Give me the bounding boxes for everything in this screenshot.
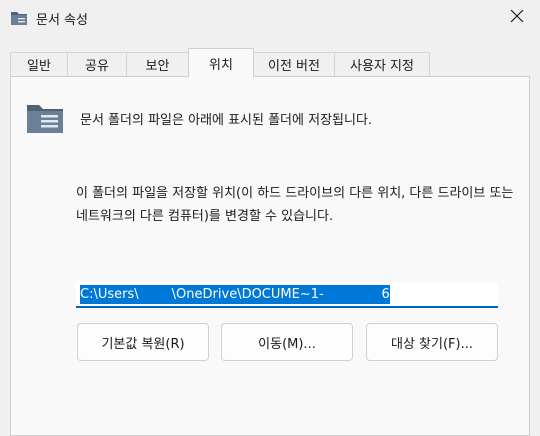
tab-sharing[interactable]: 공유	[67, 52, 127, 76]
move-button[interactable]: 이동(M)...	[221, 323, 353, 361]
tab-location[interactable]: 위치	[188, 48, 254, 77]
close-button[interactable]	[494, 0, 540, 36]
tab-security[interactable]: 보안	[126, 52, 189, 76]
folder-icon	[10, 10, 28, 26]
path-input[interactable]: C:\Users\ \OneDrive\DOCUME~1- 6	[76, 282, 498, 308]
window-title: 문서 속성	[36, 13, 88, 28]
location-description: 이 폴더의 파일을 저장할 위치(이 하드 드라이브의 다른 위치, 다른 드라…	[76, 186, 514, 224]
location-header: 문서 폴더의 파일은 아래에 표시된 폴더에 저장됩니다.	[80, 113, 373, 128]
restore-default-button[interactable]: 기본값 복원(R)	[77, 323, 209, 361]
tab-strip: 일반 공유 보안 위치 이전 버전 사용자 지정	[10, 48, 530, 77]
tab-panel-location	[10, 76, 530, 436]
tab-customize[interactable]: 사용자 지정	[334, 52, 430, 76]
documents-folder-icon	[26, 102, 64, 134]
tab-general[interactable]: 일반	[10, 52, 68, 76]
title-bar: 문서 속성	[0, 0, 540, 36]
close-icon	[510, 9, 524, 27]
tab-previous-versions[interactable]: 이전 버전	[253, 52, 335, 76]
path-value: C:\Users\ \OneDrive\DOCUME~1- 6	[80, 284, 390, 304]
find-target-button[interactable]: 대상 찾기(F)...	[366, 323, 498, 361]
